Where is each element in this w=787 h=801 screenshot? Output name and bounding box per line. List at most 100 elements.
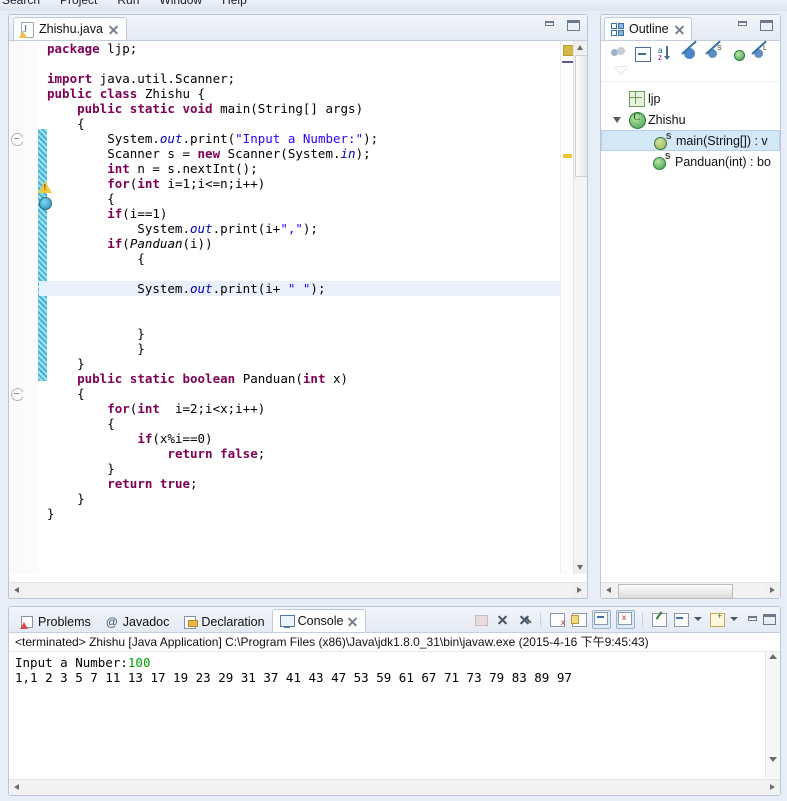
console-vertical-scrollbar[interactable] — [765, 652, 780, 778]
scroll-left-icon[interactable] — [9, 583, 24, 598]
code-line[interactable]: int n = s.nextInt(); — [39, 161, 561, 176]
menu-item-window[interactable]: Window — [159, 0, 202, 6]
outline-horizontal-scrollbar[interactable] — [601, 582, 780, 599]
code-line-highlighted[interactable]: System.out.print(i+ " "); — [39, 281, 561, 296]
show-console-on-error-icon[interactable]: x — [616, 610, 635, 629]
close-icon[interactable] — [108, 24, 119, 35]
close-icon[interactable] — [347, 616, 358, 627]
overview-ruler[interactable] — [560, 41, 574, 574]
remove-all-terminated-icon[interactable] — [516, 611, 533, 628]
code-line[interactable]: } — [39, 506, 561, 521]
maximize-icon[interactable] — [567, 20, 580, 31]
hide-static-icon[interactable]: S — [705, 40, 724, 63]
code-line[interactable]: public class Zhishu { — [39, 86, 561, 101]
scroll-thumb[interactable] — [575, 55, 587, 177]
hide-local-types-icon[interactable]: L — [751, 40, 770, 63]
code-line[interactable]: for(int i=1;i<=n;i++) — [39, 176, 561, 191]
code-line[interactable]: { — [39, 116, 561, 131]
tab-problems[interactable]: Problems — [13, 611, 98, 632]
outline-item-panduan[interactable]: S Panduan(int) : bo — [601, 151, 780, 172]
folding-gutter[interactable] — [9, 41, 24, 574]
open-console-dropdown-icon[interactable] — [730, 611, 739, 628]
collapse-all-icon[interactable] — [634, 45, 652, 63]
code-line[interactable]: { — [39, 251, 561, 266]
menu-item-search[interactable]: Search — [2, 0, 40, 6]
code-line[interactable]: import java.util.Scanner; — [39, 71, 561, 86]
sort-icon[interactable]: a z — [658, 45, 676, 63]
minimize-icon[interactable] — [737, 20, 748, 29]
code-line[interactable] — [39, 266, 561, 281]
code-line[interactable]: System.out.print(i+","); — [39, 221, 561, 236]
minimize-icon[interactable] — [747, 615, 758, 624]
annotation-gutter[interactable] — [23, 41, 52, 574]
scroll-down-icon[interactable] — [769, 757, 777, 762]
outline-item-ljp[interactable]: ljp — [601, 88, 780, 109]
remove-launch-icon[interactable] — [494, 611, 511, 628]
code-line[interactable]: } — [39, 491, 561, 506]
tab-javadoc[interactable]: @ Javadoc — [98, 611, 177, 632]
code-line[interactable]: public static boolean Panduan(int x) — [39, 371, 561, 386]
clear-console-icon[interactable]: x — [548, 611, 565, 628]
expand-arrow-icon[interactable] — [613, 116, 621, 123]
scroll-up-icon[interactable] — [574, 41, 587, 54]
code-line[interactable]: return true; — [39, 476, 561, 491]
display-selected-console-dropdown-icon[interactable] — [694, 611, 703, 628]
code-line[interactable]: return false; — [39, 446, 561, 461]
code-line[interactable]: if(i==1) — [39, 206, 561, 221]
code-line[interactable]: } — [39, 326, 561, 341]
tab-declaration[interactable]: Declaration — [176, 611, 271, 632]
hide-fields-icon[interactable] — [681, 40, 700, 63]
code-line[interactable] — [39, 56, 561, 71]
show-console-on-output-icon[interactable] — [592, 610, 611, 629]
code-line[interactable]: package ljp; — [39, 41, 561, 56]
code-line[interactable]: } — [39, 461, 561, 476]
maximize-icon[interactable] — [763, 614, 776, 625]
editor-vertical-scrollbar[interactable] — [573, 41, 587, 574]
scroll-left-icon[interactable] — [601, 583, 616, 598]
code-line[interactable]: { — [39, 386, 561, 401]
maximize-icon[interactable] — [760, 20, 773, 31]
editor-tab-zhishu[interactable]: J Zhishu.java — [13, 17, 127, 40]
close-icon[interactable] — [674, 24, 685, 35]
scroll-down-icon[interactable] — [574, 561, 587, 574]
outline-item-main[interactable]: Smain(String[]) : v — [601, 130, 780, 151]
editor-horizontal-scrollbar[interactable] — [9, 582, 587, 598]
console-output[interactable]: Input a Number:100 1,1 2 3 5 7 11 13 17 … — [9, 652, 780, 781]
menu-item-project[interactable]: Project — [60, 0, 97, 6]
code-line[interactable] — [39, 296, 561, 311]
outline-item-zhishu[interactable]: Zhishu — [601, 109, 780, 130]
code-line[interactable]: } — [39, 341, 561, 356]
ruler-warning-marker[interactable] — [563, 154, 572, 158]
code-line[interactable]: } — [39, 356, 561, 371]
console-horizontal-scrollbar[interactable] — [9, 779, 780, 795]
scroll-right-icon[interactable] — [572, 583, 587, 598]
code-line[interactable]: if(x%i==0) — [39, 431, 561, 446]
menu-item-run[interactable]: Run — [117, 0, 139, 6]
pin-console-icon[interactable] — [650, 611, 667, 628]
hide-non-public-icon[interactable] — [730, 45, 748, 63]
scroll-right-icon[interactable] — [765, 780, 780, 795]
scroll-thumb[interactable] — [618, 584, 733, 599]
scroll-left-icon[interactable] — [9, 780, 24, 795]
scroll-lock-icon[interactable] — [570, 611, 587, 628]
code-line[interactable]: if(Panduan(i)) — [39, 236, 561, 251]
open-console-icon[interactable]: + — [708, 611, 725, 628]
code-line[interactable]: Scanner s = new Scanner(System.in); — [39, 146, 561, 161]
code-line[interactable]: for(int i=2;i<x;i++) — [39, 401, 561, 416]
focus-on-active-task-icon[interactable] — [609, 45, 627, 63]
code-area[interactable]: package ljp; import java.util.Scanner; pu… — [39, 41, 561, 574]
tab-outline[interactable]: Outline — [604, 17, 692, 40]
code-line[interactable]: { — [39, 191, 561, 206]
code-line[interactable]: System.out.print("Input a Number:"); — [39, 131, 561, 146]
outline-tree[interactable]: ljpZhishuSmain(String[]) : vSPanduan(int… — [601, 82, 780, 172]
tab-console[interactable]: Console — [271, 609, 367, 632]
code-line[interactable] — [39, 311, 561, 326]
view-menu-icon[interactable] — [615, 67, 627, 74]
minimize-icon[interactable] — [544, 20, 555, 29]
code-line[interactable]: { — [39, 416, 561, 431]
scroll-up-icon[interactable] — [769, 654, 777, 659]
menu-item-help[interactable]: Help — [222, 0, 247, 6]
display-selected-console-icon[interactable] — [672, 611, 689, 628]
code-line[interactable]: public static void main(String[] args) — [39, 101, 561, 116]
scroll-right-icon[interactable] — [765, 583, 780, 598]
